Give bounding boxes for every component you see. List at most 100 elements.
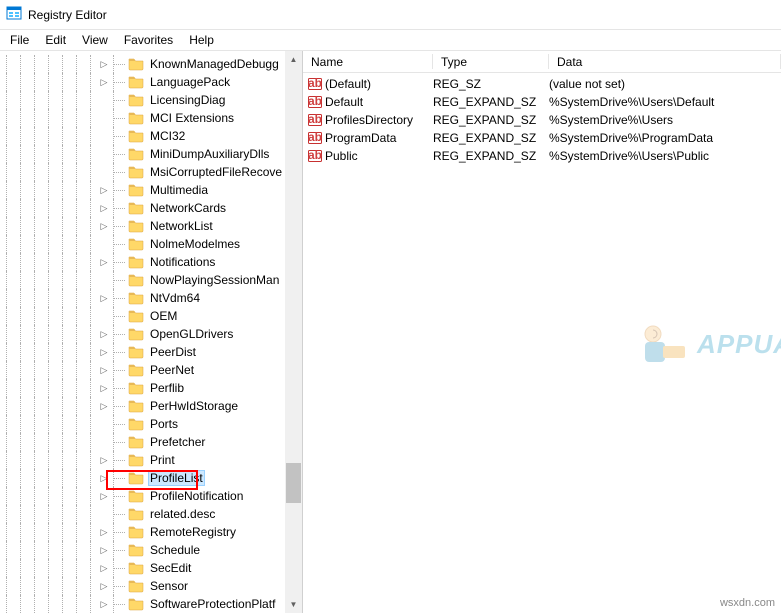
expander-icon[interactable]: ▷	[98, 451, 110, 469]
expander-icon[interactable]: ▷	[98, 73, 110, 91]
tree-item[interactable]: MiniDumpAuxiliaryDlls	[0, 145, 302, 163]
scroll-down-arrow[interactable]: ▼	[285, 596, 302, 613]
list-header: Name Type Data	[303, 51, 781, 73]
tree-item[interactable]: ▷SecEdit	[0, 559, 302, 577]
tree-item[interactable]: ▷ProfileList	[0, 469, 302, 487]
col-name[interactable]: Name	[303, 51, 433, 72]
expander-icon[interactable]: ▷	[98, 541, 110, 559]
expander-icon[interactable]: ▷	[98, 379, 110, 397]
value-row[interactable]: abDefaultREG_EXPAND_SZ%SystemDrive%\User…	[303, 93, 781, 111]
folder-icon	[128, 380, 144, 396]
col-type[interactable]: Type	[433, 51, 549, 72]
tree-item[interactable]: MCI32	[0, 127, 302, 145]
col-data[interactable]: Data	[549, 51, 781, 72]
menu-view[interactable]: View	[74, 31, 116, 49]
folder-icon	[128, 182, 144, 198]
expander-icon[interactable]: ▷	[98, 487, 110, 505]
expander-icon[interactable]	[98, 163, 110, 181]
tree-item[interactable]: Ports	[0, 415, 302, 433]
tree-item[interactable]: ▷Schedule	[0, 541, 302, 559]
menu-edit[interactable]: Edit	[37, 31, 74, 49]
tree-item[interactable]: ▷KnownManagedDebugg	[0, 55, 302, 73]
tree-label: PeerNet	[148, 363, 196, 377]
folder-icon	[128, 506, 144, 522]
expander-icon[interactable]: ▷	[98, 559, 110, 577]
expander-icon[interactable]: ▷	[98, 199, 110, 217]
tree-item[interactable]: ▷LanguagePack	[0, 73, 302, 91]
menu-favorites[interactable]: Favorites	[116, 31, 181, 49]
folder-icon	[128, 596, 144, 612]
expander-icon[interactable]: ▷	[98, 469, 110, 487]
tree-pane[interactable]: ▷KnownManagedDebugg▷LanguagePackLicensin…	[0, 51, 303, 613]
tree-item[interactable]: ▷OpenGLDrivers	[0, 325, 302, 343]
tree-label: Sensor	[148, 579, 190, 593]
value-row[interactable]: abProfilesDirectoryREG_EXPAND_SZ%SystemD…	[303, 111, 781, 129]
expander-icon[interactable]	[98, 91, 110, 109]
expander-icon[interactable]: ▷	[98, 523, 110, 541]
expander-icon[interactable]: ▷	[98, 577, 110, 595]
tree-item[interactable]: ▷PerHwIdStorage	[0, 397, 302, 415]
tree-item[interactable]: ▷Print	[0, 451, 302, 469]
tree-item[interactable]: MCI Extensions	[0, 109, 302, 127]
tree-item[interactable]: ▷Notifications	[0, 253, 302, 271]
expander-icon[interactable]	[98, 109, 110, 127]
expander-icon[interactable]: ▷	[98, 343, 110, 361]
tree-item[interactable]: ▷Multimedia	[0, 181, 302, 199]
tree-item[interactable]: MsiCorruptedFileRecove	[0, 163, 302, 181]
expander-icon[interactable]: ▷	[98, 595, 110, 613]
tree-item[interactable]: ▷RemoteRegistry	[0, 523, 302, 541]
list-pane[interactable]: Name Type Data ab(Default)REG_SZ(value n…	[303, 51, 781, 613]
expander-icon[interactable]	[98, 271, 110, 289]
value-type: REG_EXPAND_SZ	[433, 95, 549, 109]
expander-icon[interactable]	[98, 235, 110, 253]
expander-icon[interactable]	[98, 415, 110, 433]
scroll-up-arrow[interactable]: ▲	[285, 51, 302, 68]
expander-icon[interactable]	[98, 145, 110, 163]
tree-item[interactable]: ▷Perflib	[0, 379, 302, 397]
expander-icon[interactable]: ▷	[98, 181, 110, 199]
value-row[interactable]: abPublicREG_EXPAND_SZ%SystemDrive%\Users…	[303, 147, 781, 165]
tree-item[interactable]: ▷NetworkCards	[0, 199, 302, 217]
menu-help[interactable]: Help	[181, 31, 222, 49]
tree-item[interactable]: NowPlayingSessionMan	[0, 271, 302, 289]
expander-icon[interactable]: ▷	[98, 397, 110, 415]
tree-item[interactable]: ▷NetworkList	[0, 217, 302, 235]
expander-icon[interactable]: ▷	[98, 253, 110, 271]
tree-item[interactable]: OEM	[0, 307, 302, 325]
tree-item[interactable]: ▷ Sensor	[0, 577, 302, 595]
expander-icon[interactable]	[98, 307, 110, 325]
expander-icon[interactable]: ▷	[98, 55, 110, 73]
tree-label: MCI32	[148, 129, 187, 143]
folder-icon	[128, 74, 144, 90]
value-row[interactable]: abProgramDataREG_EXPAND_SZ%SystemDrive%\…	[303, 129, 781, 147]
tree-item[interactable]: NolmeModelmes	[0, 235, 302, 253]
expander-icon[interactable]	[98, 433, 110, 451]
menu-file[interactable]: File	[2, 31, 37, 49]
folder-icon	[128, 56, 144, 72]
value-row[interactable]: ab(Default)REG_SZ(value not set)	[303, 75, 781, 93]
tree-item[interactable]: ▷ PeerNet	[0, 361, 302, 379]
tree-label: SoftwareProtectionPlatf	[148, 597, 277, 611]
expander-icon[interactable]: ▷	[98, 325, 110, 343]
expander-icon[interactable]: ▷	[98, 217, 110, 235]
expander-icon[interactable]	[98, 505, 110, 523]
scroll-thumb[interactable]	[286, 463, 301, 503]
tree-item[interactable]: ▷ PeerDist	[0, 343, 302, 361]
tree-item[interactable]: ▷ SoftwareProtectionPlatf	[0, 595, 302, 613]
folder-icon	[128, 146, 144, 162]
tree-item[interactable]: Prefetcher	[0, 433, 302, 451]
tree-item[interactable]: ▷NtVdm64	[0, 289, 302, 307]
expander-icon[interactable]: ▷	[98, 289, 110, 307]
tree-label: MiniDumpAuxiliaryDlls	[148, 147, 271, 161]
expander-icon[interactable]: ▷	[98, 361, 110, 379]
tree-item[interactable]: ▷ProfileNotification	[0, 487, 302, 505]
folder-icon	[128, 416, 144, 432]
tree-item[interactable]: LicensingDiag	[0, 91, 302, 109]
workspace: ▷KnownManagedDebugg▷LanguagePackLicensin…	[0, 51, 781, 613]
folder-icon	[128, 218, 144, 234]
tree-label: PeerDist	[148, 345, 198, 359]
tree-label: Prefetcher	[148, 435, 207, 449]
expander-icon[interactable]	[98, 127, 110, 145]
tree-item[interactable]: related.desc	[0, 505, 302, 523]
tree-scrollbar[interactable]: ▲ ▼	[285, 51, 302, 613]
